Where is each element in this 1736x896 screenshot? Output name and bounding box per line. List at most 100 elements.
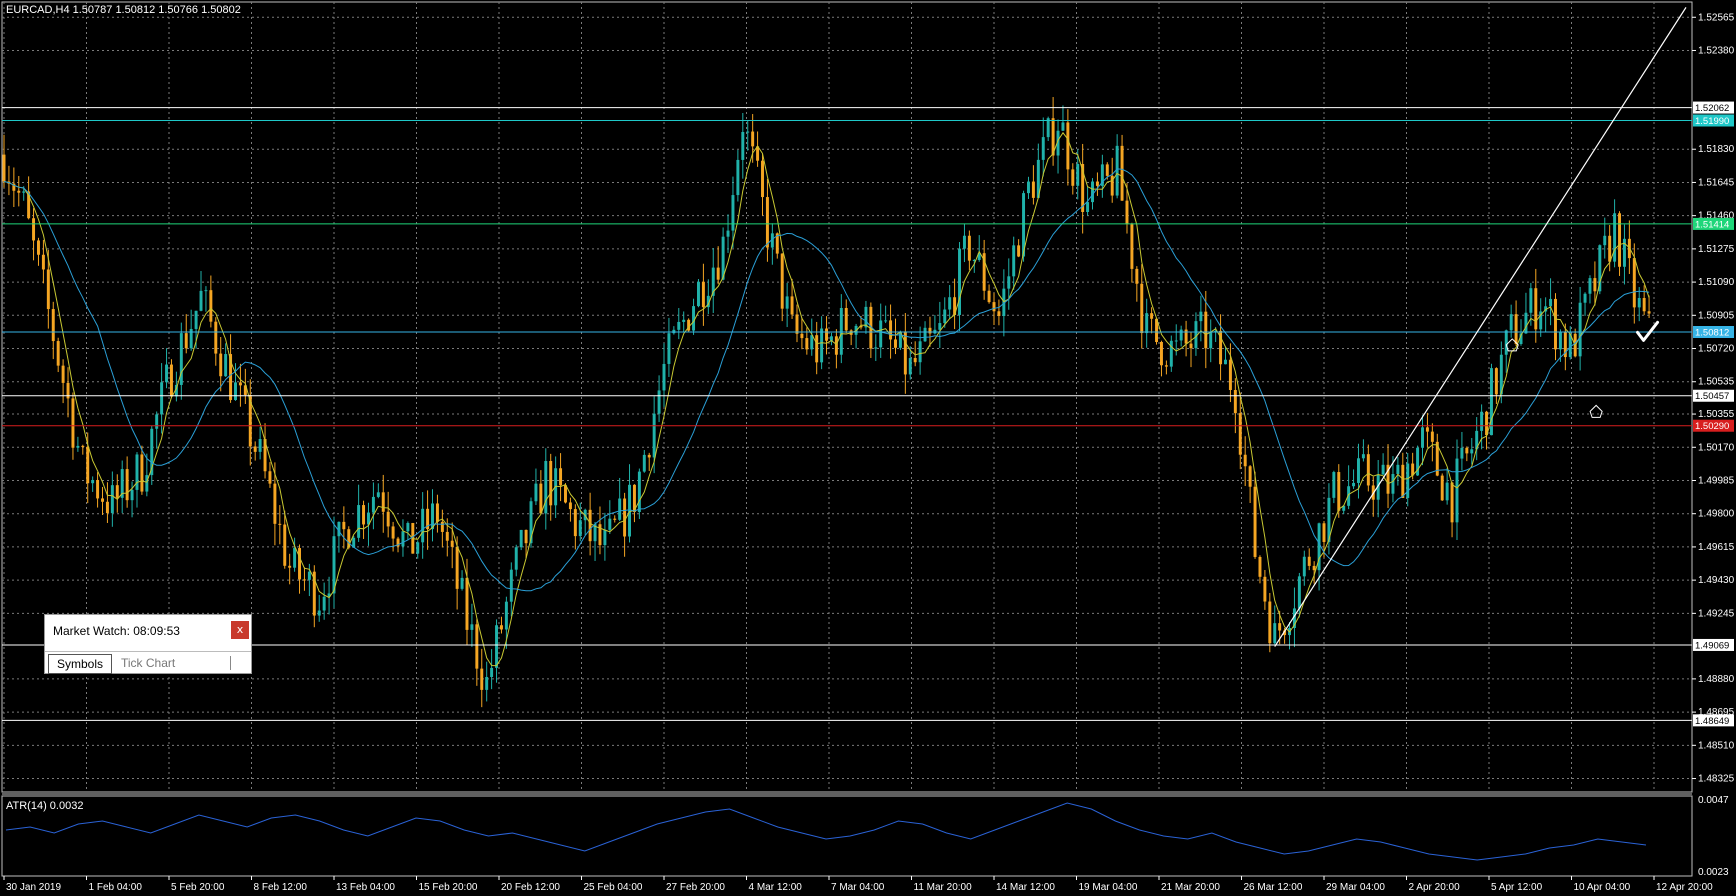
candle-body — [962, 235, 966, 249]
candle-body — [716, 267, 720, 280]
chart-canvas[interactable]: 1.525651.523801.518301.516451.514601.512… — [0, 0, 1736, 896]
candle-body — [485, 676, 489, 690]
candle-body — [391, 526, 395, 539]
candle-body — [825, 328, 829, 341]
candle-body — [613, 518, 617, 520]
candle-body — [165, 364, 169, 383]
candle-body — [874, 347, 878, 349]
candle-body — [1012, 245, 1016, 277]
candle-body — [1524, 312, 1528, 334]
market-watch-window[interactable]: Market Watch: 08:09:53 x Symbols Tick Ch… — [44, 614, 252, 674]
candle-body — [1396, 464, 1400, 475]
candle-body — [490, 667, 494, 677]
candle-body — [1228, 359, 1232, 390]
candle-body — [283, 524, 287, 566]
price-tick-label: 1.48510 — [1698, 740, 1735, 751]
candle-body — [564, 485, 567, 503]
candle-body — [278, 523, 282, 525]
price-level-tag-label: 1.51990 — [1695, 116, 1729, 127]
candle-body — [1647, 311, 1651, 314]
candle-body — [1450, 482, 1454, 523]
price-tick-label: 1.51090 — [1698, 277, 1735, 288]
candle-body — [1125, 200, 1129, 225]
candle-body — [445, 531, 449, 541]
time-tick-label: 27 Feb 20:00 — [666, 882, 725, 893]
candle-body — [110, 485, 114, 514]
candle-body — [1120, 145, 1124, 201]
candle-body — [1603, 235, 1607, 246]
candle-body — [1637, 298, 1641, 308]
candle-body — [1199, 311, 1203, 322]
candle-body — [692, 306, 696, 331]
candle-body — [1480, 411, 1484, 431]
candle-body — [86, 446, 90, 484]
candle-body — [1164, 365, 1168, 367]
candle-body — [997, 311, 1001, 316]
candle-body — [386, 511, 390, 527]
candle-body — [1494, 368, 1498, 395]
time-tick-label: 13 Feb 04:00 — [336, 882, 395, 893]
candle-body — [273, 483, 277, 524]
price-level-tag: 1.51414 — [1693, 217, 1734, 230]
time-tick-label: 25 Feb 04:00 — [584, 882, 643, 893]
time-tick-label: 12 Apr 20:00 — [1656, 882, 1713, 893]
atr-indicator-label: ATR(14) 0.0032 — [6, 800, 84, 812]
candle-body — [1027, 181, 1030, 194]
candle-body — [923, 327, 927, 342]
candle-body — [268, 471, 272, 484]
candle-body — [697, 281, 700, 307]
close-icon[interactable]: x — [231, 621, 249, 639]
candle-body — [958, 248, 961, 315]
candle-body — [307, 571, 311, 580]
candle-body — [790, 296, 794, 315]
candle-body — [1470, 449, 1474, 454]
candle-body — [1095, 181, 1099, 186]
candle-body — [1608, 235, 1612, 262]
candle-body — [800, 333, 804, 339]
candle-body — [608, 518, 612, 530]
tab-symbols[interactable]: Symbols — [48, 654, 113, 674]
candle-body — [903, 331, 907, 375]
candle-body — [1273, 623, 1277, 644]
tab-tick-chart[interactable]: Tick Chart — [113, 654, 183, 672]
candle-body — [1312, 565, 1316, 571]
candle-body — [101, 498, 104, 502]
time-tick-label: 19 Mar 04:00 — [1079, 882, 1138, 893]
candle-body — [298, 548, 301, 580]
time-tick-label: 1 Feb 04:00 — [89, 882, 143, 893]
price-level-tag-label: 1.51414 — [1695, 219, 1729, 230]
candle-body — [214, 321, 218, 354]
candle-body — [741, 131, 745, 160]
candle-body — [480, 668, 484, 690]
price-level-tag-label: 1.52062 — [1695, 103, 1729, 114]
candle-body — [1258, 556, 1262, 577]
candle-body — [785, 296, 789, 309]
price-level-tag: 1.52062 — [1693, 101, 1734, 114]
price-level-tag: 1.50457 — [1693, 389, 1734, 402]
price-tick-label: 1.52380 — [1698, 45, 1735, 56]
candle-body — [642, 454, 646, 472]
candle-body — [81, 445, 85, 447]
time-tick-label: 30 Jan 2019 — [6, 882, 61, 893]
price-level-tag-label: 1.50457 — [1695, 391, 1729, 402]
time-tick-label: 29 Mar 04:00 — [1326, 882, 1385, 893]
candle-body — [1332, 472, 1336, 498]
candle-body — [544, 460, 548, 514]
candle-body — [1588, 278, 1592, 294]
candle-body — [1066, 122, 1070, 170]
candle-body — [135, 454, 139, 490]
candle-body — [1031, 181, 1035, 198]
time-tick-label: 26 Mar 12:00 — [1244, 882, 1303, 893]
candle-body — [938, 323, 942, 330]
candle-body — [1130, 224, 1134, 269]
candle-body — [41, 254, 45, 270]
price-tick-label: 1.52565 — [1698, 12, 1735, 23]
candle-body — [889, 320, 893, 340]
candle-body — [450, 540, 454, 547]
candle-body — [1174, 340, 1178, 342]
candle-body — [302, 579, 306, 581]
candle-body — [746, 131, 750, 133]
candle-body — [1401, 464, 1405, 498]
candle-body — [662, 363, 666, 391]
candle-body — [1357, 458, 1360, 483]
